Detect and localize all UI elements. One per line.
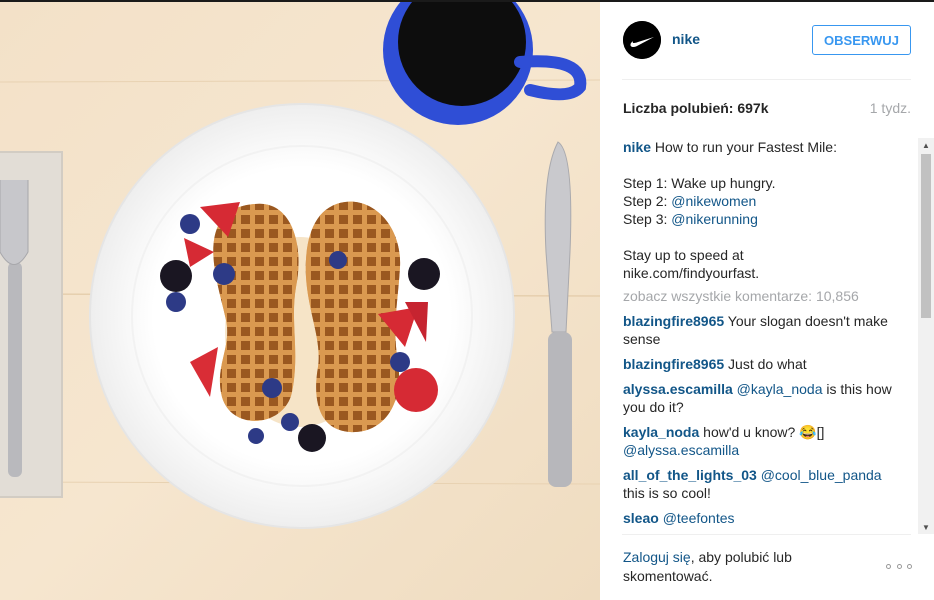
more-options-icon[interactable] — [886, 560, 912, 572]
comment-username[interactable]: blazingfire8965 — [623, 356, 724, 372]
comment-text: how'd u know? 😂[] — [699, 424, 825, 440]
caption-step2-label: Step 2: — [623, 193, 672, 209]
comment-username[interactable]: sleao — [623, 510, 659, 526]
caption-step1: Step 1: Wake up hungry. — [623, 175, 776, 191]
comment-text: Just do what — [724, 356, 807, 372]
comments-list[interactable]: nike How to run your Fastest Mile: Step … — [623, 138, 910, 532]
caption-mention-nikewomen[interactable]: @nikewomen — [671, 193, 756, 209]
comment-item: blazingfire8965 Your slogan doesn't make… — [623, 312, 910, 348]
comment-item: sleao @teefontes — [623, 509, 910, 527]
comment-username[interactable]: blazingfire8965 — [623, 313, 724, 329]
comment-item: blazingfire8965 Just do what — [623, 355, 910, 373]
post-username[interactable]: nike — [672, 31, 700, 47]
comment-username[interactable]: all_of_the_lights_03 — [623, 467, 757, 483]
waffle-breakfast-image — [0, 2, 600, 600]
follow-button[interactable]: OBSERWUJ — [812, 25, 911, 55]
comment-username[interactable]: kayla_noda — [623, 424, 699, 440]
comment-item: all_of_the_lights_03 @cool_blue_panda th… — [623, 466, 910, 502]
post-details-panel: nike OBSERWUJ Liczba polubień: 697k 1 ty… — [600, 2, 934, 600]
more-dot — [886, 563, 891, 569]
footer-divider — [622, 534, 911, 535]
header-divider — [622, 79, 911, 80]
view-all-comments-link[interactable]: zobacz wszystkie komentarze: 10,856 — [623, 287, 910, 305]
likes-count[interactable]: Liczba polubień: 697k — [623, 100, 768, 116]
caption-mention-nikerunning[interactable]: @nikerunning — [671, 211, 758, 227]
more-dot — [896, 563, 902, 569]
login-prompt: Zaloguj się, aby polubić lub skomentować… — [623, 548, 853, 586]
caption-text-line1: How to run your Fastest Mile: — [651, 139, 837, 155]
login-link[interactable]: Zaloguj się — [623, 549, 691, 565]
scroll-down-arrow-icon[interactable]: ▼ — [918, 520, 934, 534]
scroll-up-arrow-icon[interactable]: ▲ — [918, 138, 934, 152]
comment-mention[interactable]: @kayla_noda — [733, 381, 823, 397]
comment-mention[interactable]: @teefontes — [659, 510, 735, 526]
comments-scrollbar[interactable]: ▲ ▼ — [918, 138, 934, 534]
comment-item: kayla_noda how'd u know? 😂[] @alyssa.esca… — [623, 423, 910, 459]
comment-mention[interactable]: @cool_blue_panda — [757, 467, 882, 483]
caption-speed-line2: nike.com/findyourfast. — [623, 265, 760, 281]
caption: nike How to run your Fastest Mile: Step … — [623, 138, 910, 282]
comment-text: this is so cool! — [623, 485, 711, 501]
comment-mention[interactable]: @alyssa.escamilla — [623, 442, 739, 458]
caption-step3-label: Step 3: — [623, 211, 672, 227]
avatar[interactable] — [623, 21, 661, 59]
caption-speed-line1: Stay up to speed at — [623, 247, 744, 263]
post-header: nike OBSERWUJ — [622, 19, 911, 65]
scrollbar-thumb[interactable] — [921, 154, 931, 318]
post-photo[interactable] — [0, 2, 600, 600]
nike-swoosh-logo-icon — [623, 21, 661, 59]
caption-username[interactable]: nike — [623, 139, 651, 155]
comment-username[interactable]: alyssa.escamilla — [623, 381, 733, 397]
more-dot — [907, 563, 912, 569]
comment-item: alyssa.escamilla @kayla_noda is this how… — [623, 380, 910, 416]
post-time[interactable]: 1 tydz. — [870, 100, 911, 116]
